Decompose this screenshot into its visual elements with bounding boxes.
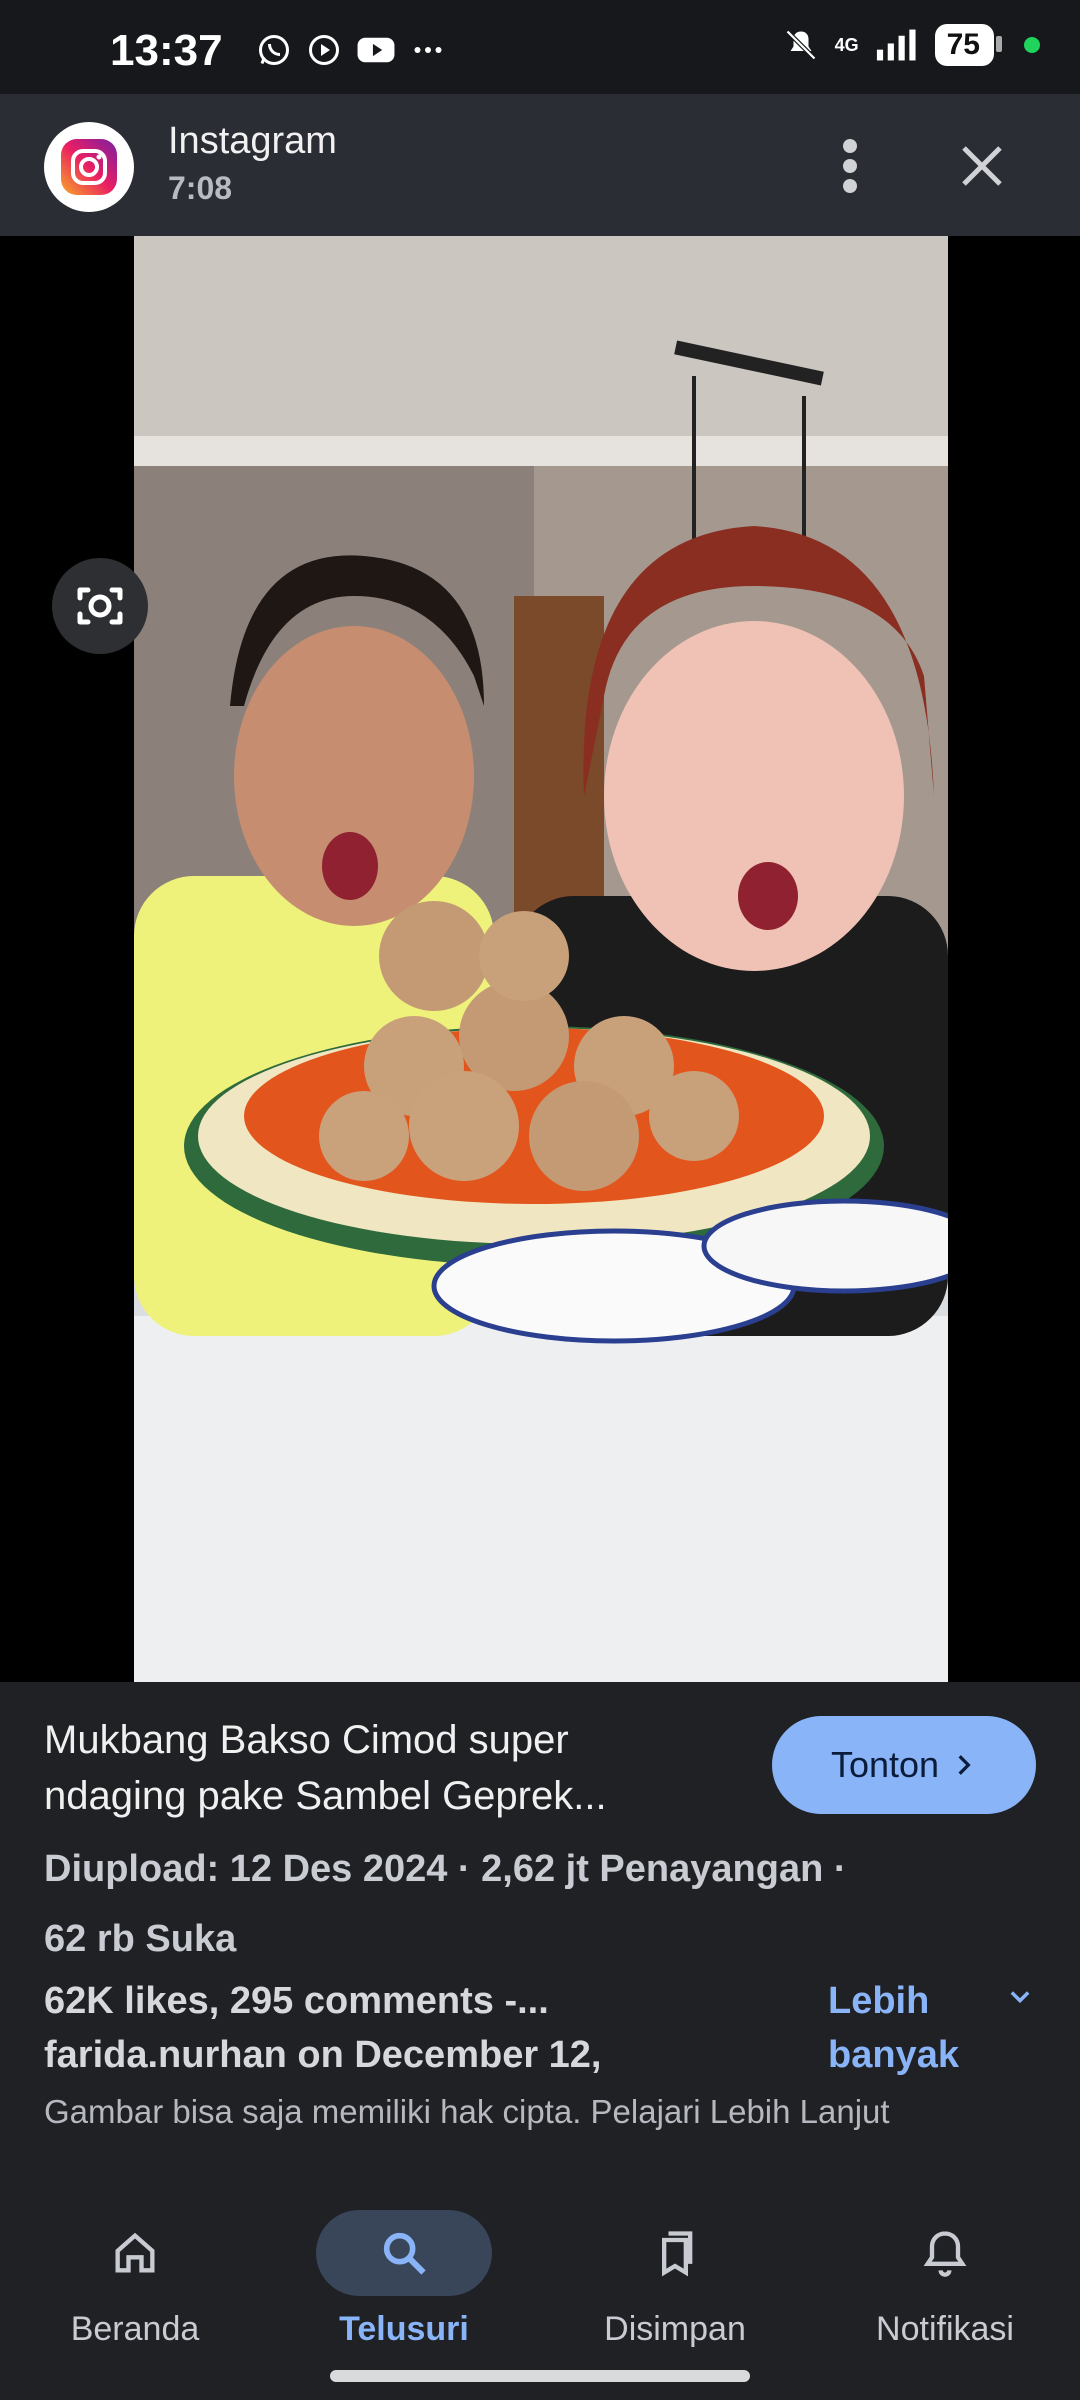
result-title[interactable]: Mukbang Bakso Cimod super ndaging pake S… — [44, 1712, 704, 1824]
result-info-panel: Mukbang Bakso Cimod super ndaging pake S… — [0, 1682, 1080, 2202]
status-right-icons: 4G 75 — [783, 24, 1040, 66]
watch-button-label: Tonton — [830, 1744, 940, 1785]
nav-notifications[interactable]: Notifikasi — [835, 2210, 1055, 2360]
status-time: 13:37 — [110, 26, 223, 75]
nav-home-label: Beranda — [70, 2310, 200, 2348]
whatsapp-icon — [259, 35, 289, 65]
bookmark-icon — [662, 2231, 693, 2277]
nav-saved-label: Disimpan — [604, 2310, 746, 2348]
signal-icon — [876, 29, 916, 61]
status-bar: 13:37 4G 75 — [0, 0, 1080, 94]
instagram-logo-icon — [44, 122, 134, 212]
mute-icon — [785, 29, 816, 61]
youtube-icon — [357, 37, 395, 63]
more-dots-icon — [414, 47, 442, 53]
video-duration: 7:08 — [168, 170, 233, 206]
chevron-right-icon — [958, 1755, 971, 1775]
privacy-indicator-dot — [1024, 37, 1040, 53]
source-header: Instagram 7:08 — [0, 94, 1080, 236]
battery-level: 75 — [934, 24, 1003, 66]
nav-home-pill — [47, 2210, 223, 2296]
google-lens-icon[interactable] — [40, 556, 150, 656]
media-preview-area — [0, 236, 1080, 1682]
meta-upload-views: Diupload: 12 Des 2024 · 2,62 jt Penayang… — [44, 1848, 847, 1890]
network-label: 4G — [834, 34, 859, 55]
video-thumbnail[interactable] — [134, 236, 948, 1682]
nav-saved[interactable]: Disimpan — [565, 2210, 785, 2360]
source-title[interactable]: Instagram — [168, 120, 337, 163]
nav-notifications-label: Notifikasi — [876, 2310, 1014, 2348]
show-more-link[interactable]: Lebih banyak — [828, 1974, 988, 2082]
nav-notifications-pill — [857, 2210, 1033, 2296]
close-icon[interactable] — [958, 142, 1006, 190]
chevron-down-icon[interactable] — [1006, 1982, 1034, 2010]
thumbnail-illustration — [134, 236, 948, 1682]
gesture-home-bar[interactable] — [330, 2370, 750, 2382]
result-description: 62K likes, 295 comments -... farida.nurh… — [44, 1980, 602, 2076]
more-options-icon[interactable] — [830, 134, 870, 198]
status-notification-icons — [256, 32, 446, 68]
nav-home[interactable]: Beranda — [25, 2210, 245, 2360]
nav-saved-pill — [587, 2210, 763, 2296]
play-icon — [309, 35, 339, 65]
nav-search[interactable]: Telusuri — [294, 2210, 514, 2360]
search-icon — [383, 2232, 426, 2275]
meta-likes: 62 rb Suka — [44, 1918, 237, 1960]
home-icon — [115, 2232, 155, 2273]
nav-search-pill — [316, 2210, 492, 2296]
bell-icon — [923, 2231, 967, 2277]
nav-search-label: Telusuri — [339, 2310, 469, 2348]
watch-button[interactable]: Tonton — [772, 1716, 1036, 1814]
copyright-notice[interactable]: Gambar bisa saja memiliki hak cipta. Pel… — [44, 2090, 1034, 2134]
result-metadata: Diupload: 12 Des 2024 · 2,62 jt Penayang… — [44, 1834, 1044, 1974]
